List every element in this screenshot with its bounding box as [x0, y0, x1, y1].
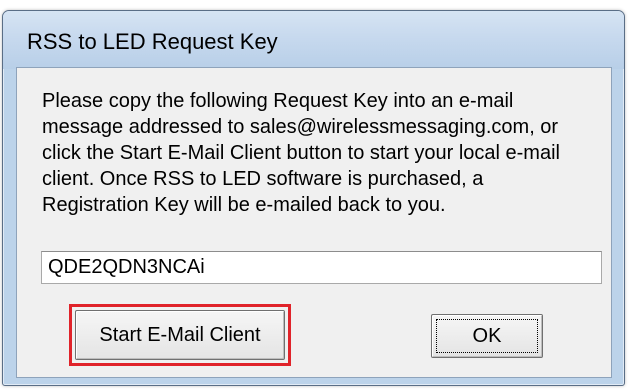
dialog-body: Please copy the following Request Key in…: [16, 67, 612, 378]
request-key-dialog: RSS to LED Request Key Please copy the f…: [2, 10, 625, 386]
start-email-client-button[interactable]: Start E-Mail Client: [75, 310, 285, 360]
ok-button-label: OK: [436, 319, 538, 353]
message-line: client. Once RSS to LED software is purc…: [42, 168, 484, 190]
ok-button[interactable]: OK: [431, 314, 543, 358]
message-line: Registration Key will be e-mailed back t…: [42, 194, 446, 216]
message-line: click the Start E-Mail Client button to …: [42, 142, 560, 164]
request-key-field[interactable]: [41, 251, 602, 284]
message-line: Please copy the following Request Key in…: [42, 90, 514, 112]
instruction-message: Please copy the following Request Key in…: [42, 88, 602, 218]
message-line: message addressed to sales@wirelessmessa…: [42, 116, 559, 138]
title-bar[interactable]: RSS to LED Request Key: [3, 11, 624, 69]
window-title: RSS to LED Request Key: [27, 29, 278, 54]
